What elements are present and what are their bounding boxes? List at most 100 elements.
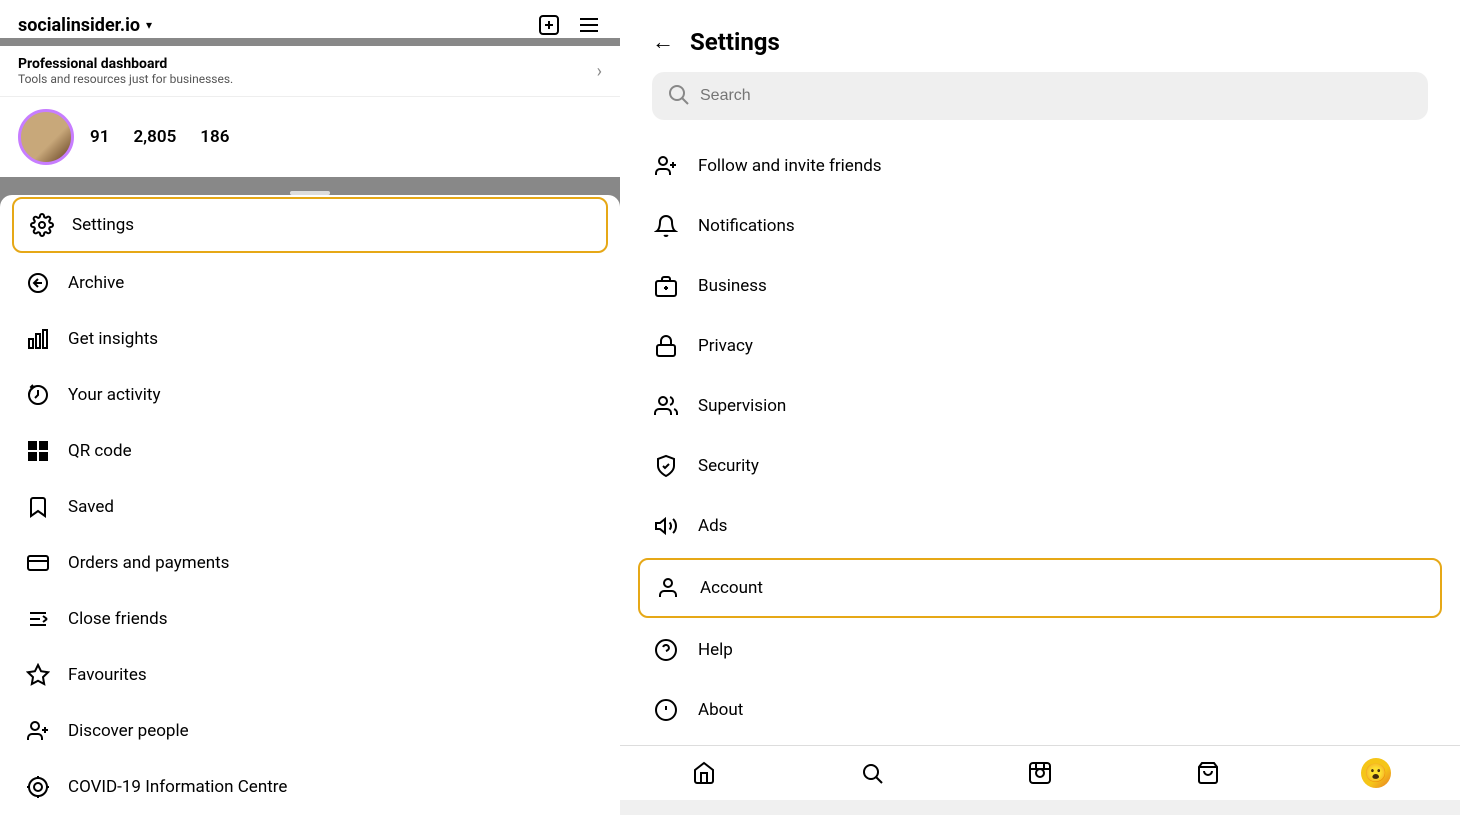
chevron-down-icon[interactable]: ▾ <box>146 18 152 32</box>
menu-icon[interactable] <box>576 12 602 38</box>
top-icons <box>536 12 602 38</box>
settings-item-business-label: Business <box>698 276 767 296</box>
menu-item-close-friends-label: Close friends <box>68 609 167 629</box>
profile-name-area: socialinsider.io ▾ <box>18 15 152 36</box>
follow-invite-icon <box>652 152 680 180</box>
stat-following: 186 <box>200 127 229 147</box>
menu-item-orders-payments[interactable]: Orders and payments <box>0 535 620 591</box>
dashboard-chevron-icon: › <box>597 61 602 82</box>
menu-item-qr-code[interactable]: QR code <box>0 423 620 479</box>
settings-item-help-label: Help <box>698 640 733 660</box>
menu-item-close-friends[interactable]: Close friends <box>0 591 620 647</box>
settings-item-notifications[interactable]: Notifications <box>620 196 1460 256</box>
covid-icon <box>24 773 52 801</box>
search-bar[interactable] <box>652 72 1428 120</box>
menu-item-discover-label: Discover people <box>68 721 189 741</box>
nav-home-icon[interactable] <box>689 758 719 788</box>
privacy-icon <box>652 332 680 360</box>
stats-row: 91 2,805 186 <box>90 127 229 147</box>
menu-item-archive-label: Archive <box>68 273 124 293</box>
search-input[interactable] <box>700 87 1414 105</box>
security-icon <box>652 452 680 480</box>
nav-profile-avatar[interactable]: 😮 <box>1361 758 1391 788</box>
settings-item-account[interactable]: Account <box>638 558 1442 618</box>
qr-code-icon <box>24 437 52 465</box>
menu-item-covid-label: COVID-19 Information Centre <box>68 777 287 797</box>
menu-item-settings[interactable]: Settings <box>12 197 608 253</box>
stat-following-value: 186 <box>200 127 229 147</box>
settings-item-security-label: Security <box>698 456 759 476</box>
stat-followers-value: 2,805 <box>133 127 176 147</box>
menu-item-saved[interactable]: Saved <box>0 479 620 535</box>
dashboard-text: Professional dashboard Tools and resourc… <box>18 56 233 86</box>
profile-header: socialinsider.io ▾ <box>0 0 620 38</box>
ads-icon <box>652 512 680 540</box>
menu-item-archive[interactable]: Archive <box>0 255 620 311</box>
settings-icon <box>28 211 56 239</box>
back-button[interactable]: ← <box>652 29 674 55</box>
menu-item-your-activity[interactable]: Your activity <box>0 367 620 423</box>
right-panel: ← Settings Follow and invite friends <box>620 0 1460 800</box>
orders-icon <box>24 549 52 577</box>
menu-item-orders-label: Orders and payments <box>68 553 229 573</box>
menu-item-favourites-label: Favourites <box>68 665 147 685</box>
settings-item-notifications-label: Notifications <box>698 216 795 236</box>
settings-list: Follow and invite friends Notifications <box>620 128 1460 745</box>
settings-item-help[interactable]: Help <box>620 620 1460 680</box>
menu-item-get-insights[interactable]: Get insights <box>0 311 620 367</box>
settings-item-ads-label: Ads <box>698 516 727 536</box>
menu-item-discover-people[interactable]: Discover people <box>0 703 620 759</box>
archive-icon <box>24 269 52 297</box>
settings-item-privacy-label: Privacy <box>698 336 753 356</box>
settings-item-security[interactable]: Security <box>620 436 1460 496</box>
settings-item-privacy[interactable]: Privacy <box>620 316 1460 376</box>
settings-item-ads[interactable]: Ads <box>620 496 1460 556</box>
bottom-nav: 😮 <box>620 745 1460 800</box>
favourites-icon <box>24 661 52 689</box>
help-icon <box>652 636 680 664</box>
nav-shop-icon[interactable] <box>1193 758 1223 788</box>
notifications-icon <box>652 212 680 240</box>
discover-people-icon <box>24 717 52 745</box>
dashboard-subtitle: Tools and resources just for businesses. <box>18 72 233 86</box>
stat-posts: 91 <box>90 127 109 147</box>
settings-item-about-label: About <box>698 700 743 720</box>
menu-item-saved-label: Saved <box>68 497 114 517</box>
settings-title: Settings <box>690 28 780 56</box>
saved-icon <box>24 493 52 521</box>
insights-icon <box>24 325 52 353</box>
dashboard-title: Professional dashboard <box>18 56 233 72</box>
settings-header: ← Settings <box>620 0 1460 72</box>
left-panel: socialinsider.io ▾ <box>0 0 620 800</box>
settings-item-follow-invite-label: Follow and invite friends <box>698 156 882 176</box>
nav-search-icon[interactable] <box>857 758 887 788</box>
settings-item-about[interactable]: About <box>620 680 1460 740</box>
supervision-icon <box>652 392 680 420</box>
professional-dashboard[interactable]: Professional dashboard Tools and resourc… <box>0 46 620 97</box>
phone-screen: socialinsider.io ▾ <box>0 0 620 195</box>
profile-top-bar: socialinsider.io ▾ <box>18 12 602 38</box>
settings-item-supervision-label: Supervision <box>698 396 786 416</box>
settings-item-follow-invite[interactable]: Follow and invite friends <box>620 136 1460 196</box>
nav-reels-icon[interactable] <box>1025 758 1055 788</box>
profile-username: socialinsider.io <box>18 15 140 36</box>
menu-overlay: Settings Archive Get insig <box>0 195 620 815</box>
profile-stats-area: 91 2,805 186 <box>0 97 620 177</box>
settings-item-supervision[interactable]: Supervision <box>620 376 1460 436</box>
menu-item-covid[interactable]: COVID-19 Information Centre <box>0 759 620 815</box>
avatar <box>18 109 74 165</box>
stat-followers: 2,805 <box>133 127 176 147</box>
menu-item-favourites[interactable]: Favourites <box>0 647 620 703</box>
activity-icon <box>24 381 52 409</box>
close-friends-icon <box>24 605 52 633</box>
menu-item-qr-label: QR code <box>68 441 132 461</box>
menu-item-insights-label: Get insights <box>68 329 158 349</box>
settings-item-business[interactable]: Business <box>620 256 1460 316</box>
menu-item-settings-label: Settings <box>72 215 134 235</box>
menu-item-activity-label: Your activity <box>68 385 161 405</box>
stat-posts-value: 91 <box>90 127 109 147</box>
business-icon <box>652 272 680 300</box>
add-post-icon[interactable] <box>536 12 562 38</box>
search-icon <box>666 82 690 110</box>
settings-item-account-label: Account <box>700 578 763 598</box>
